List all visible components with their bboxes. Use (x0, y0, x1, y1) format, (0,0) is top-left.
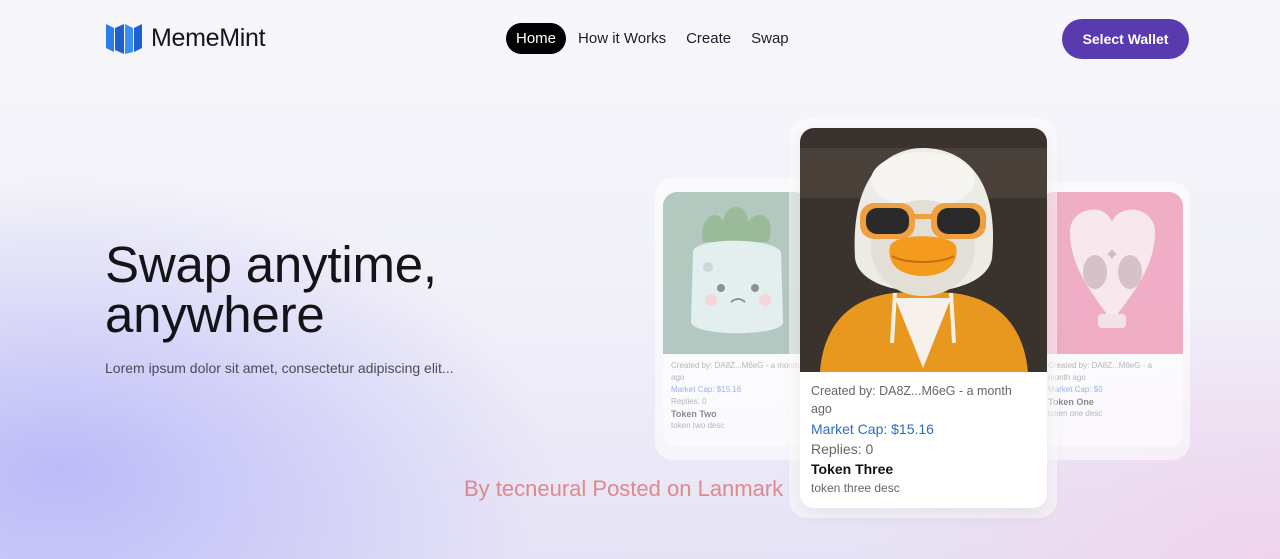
card-token-name: Token Three (811, 461, 894, 477)
token-card-center[interactable]: Created by: DA8Z...M6eG - a month ago Ma… (800, 128, 1047, 508)
nav-home[interactable]: Home (506, 23, 567, 54)
card-replies: Replies: 0 (811, 441, 874, 457)
site-header: MemeMint Home How it Works Create Swap S… (0, 0, 1280, 78)
brand-name: MemeMint (151, 23, 266, 52)
duck-hoodie-image (800, 128, 1047, 372)
token-card-left-body: Created by: DA8Z...M6eG - a month ago Ma… (663, 360, 808, 432)
main-nav: Home How it Works Create Swap (506, 23, 797, 54)
hero-title-line1: Swap anytime, (105, 236, 437, 293)
token-card-right[interactable]: Created by: DA8Z...M6eG - a month ago Ma… (1040, 192, 1183, 446)
card-market-cap: Market Cap: $15.16 (671, 385, 742, 394)
watermark-text: By tecneural Posted on Lanmark (464, 476, 784, 501)
card-creator: Created by: DA8Z...M6eG - a month ago (1048, 361, 1153, 382)
token-card-center-body: Created by: DA8Z...M6eG - a month ago Ma… (800, 382, 1047, 497)
card-market-cap: Market Cap: $0 (1048, 385, 1103, 394)
token-card-left[interactable]: Created by: DA8Z...M6eG - a month ago Ma… (663, 192, 808, 446)
brand-logo-icon (106, 24, 142, 54)
brand[interactable]: MemeMint (105, 20, 266, 56)
hero-title: Swap anytime, anywhere (105, 239, 585, 343)
card-token-name: Token Two (671, 409, 717, 419)
card-token-name: Token One (1048, 397, 1094, 407)
card-creator: Created by: DA8Z...M6eG - a month ago (811, 384, 1012, 416)
card-replies: Replies: 0 (671, 397, 707, 406)
nav-how-it-works[interactable]: How it Works (570, 23, 674, 54)
card-market-cap: Market Cap: $15.16 (811, 421, 934, 437)
pink-skull-heart-image (1040, 192, 1183, 354)
token-card-right-body: Created by: DA8Z...M6eG - a month ago Ma… (1040, 360, 1183, 420)
hero-subtitle: Lorem ipsum dolor sit amet, consectetur … (105, 360, 454, 376)
nav-swap[interactable]: Swap (743, 23, 797, 54)
nav-create[interactable]: Create (678, 23, 739, 54)
select-wallet-button[interactable]: Select Wallet (1062, 19, 1189, 59)
card-creator: Created by: DA8Z...M6eG - a month ago (671, 361, 800, 382)
card-token-desc: token two desc (671, 421, 725, 430)
card-token-desc: token one desc (1048, 409, 1103, 418)
plant-creature-image (663, 192, 808, 354)
hero-title-line2: anywhere (105, 286, 325, 343)
card-token-desc: token three desc (811, 481, 900, 495)
